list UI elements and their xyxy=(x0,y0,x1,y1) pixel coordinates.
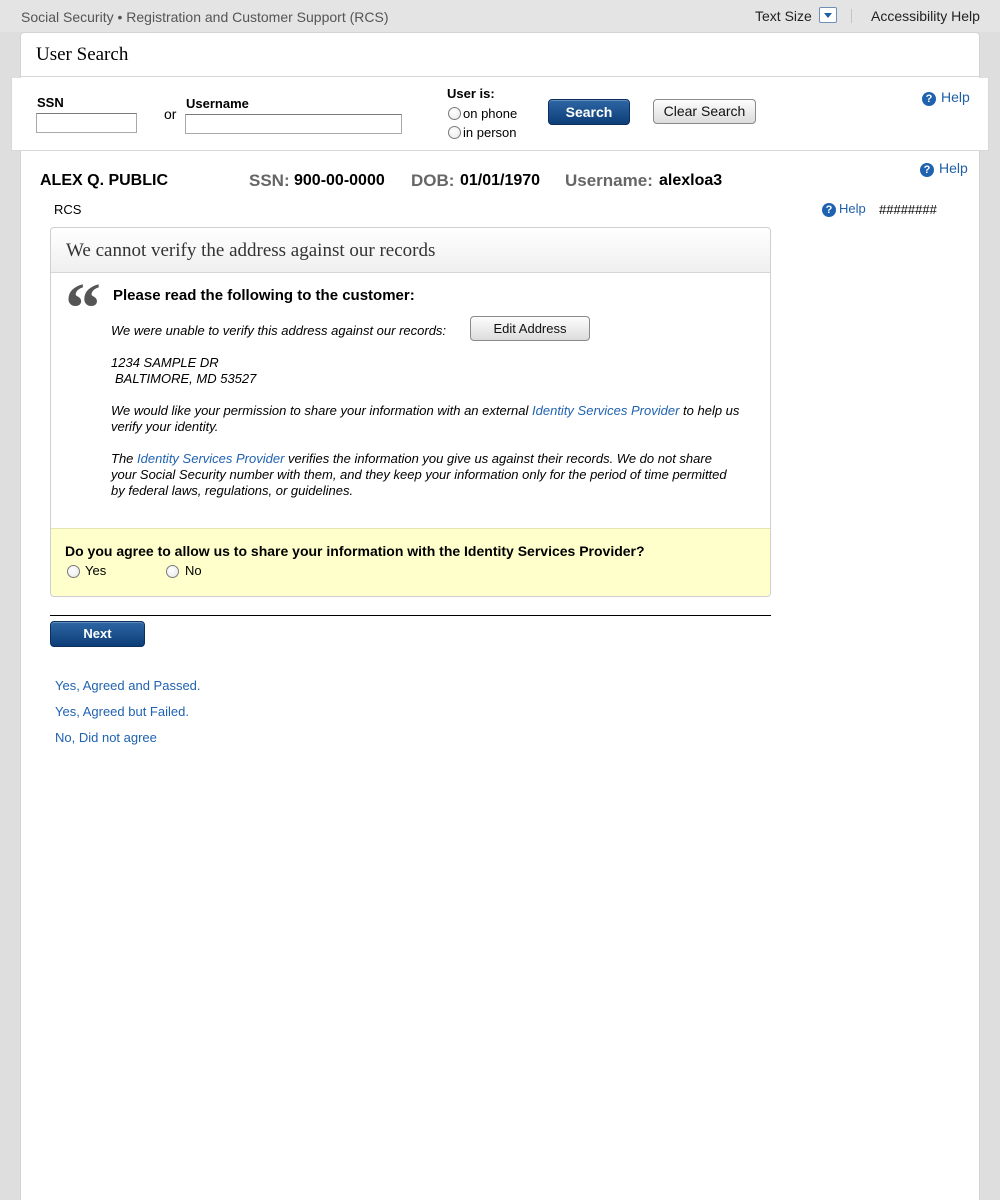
divider xyxy=(50,615,771,616)
accessibility-help-link[interactable]: Accessibility Help xyxy=(871,8,980,24)
provider-paragraph: The Identity Services Provider verifies … xyxy=(111,451,736,499)
permission-text-start: We would like your permission to share y… xyxy=(111,403,533,418)
section-help-label: Help xyxy=(839,201,866,216)
next-button[interactable]: Next xyxy=(50,621,145,647)
agreed-failed-link[interactable]: Yes, Agreed but Failed. xyxy=(55,704,189,719)
customer-name: ALEX Q. PUBLIC xyxy=(40,172,169,189)
address-line-2: BALTIMORE, MD 53527 xyxy=(115,371,257,386)
address-panel-title: We cannot verify the address against our… xyxy=(66,240,436,261)
identity-provider-link-2[interactable]: Identity Services Provider xyxy=(137,451,284,466)
username-label: Username xyxy=(186,96,249,111)
text-size-dropdown-button[interactable] xyxy=(819,7,837,23)
page: Social Security • Registration and Custo… xyxy=(0,0,1000,1200)
username-info-label: Username: xyxy=(565,171,653,190)
search-button[interactable]: Search xyxy=(548,99,630,125)
provider-text-start: The xyxy=(111,451,138,466)
quote-icon: “ xyxy=(65,268,101,348)
identity-provider-link[interactable]: Identity Services Provider xyxy=(532,403,679,418)
agreed-passed-link[interactable]: Yes, Agreed and Passed. xyxy=(55,678,201,693)
help-icon: ? xyxy=(920,163,934,177)
consent-no-label: No xyxy=(185,563,202,578)
or-label: or xyxy=(164,106,177,122)
text-size-label: Text Size xyxy=(755,8,812,24)
unable-verify-text: We were unable to verify this address ag… xyxy=(111,323,447,338)
ssn-info-value: 900-00-0000 xyxy=(294,172,385,189)
section-help-link[interactable]: ? Help xyxy=(822,201,866,217)
content-panel: User Search SSN or Username User is: on … xyxy=(11,32,989,1200)
user-is-label: User is: xyxy=(447,86,495,101)
app-title: Social Security • Registration and Custo… xyxy=(21,9,389,25)
record-id: ######## xyxy=(879,202,937,217)
consent-yes-radio[interactable] xyxy=(67,565,80,578)
ssn-input[interactable] xyxy=(36,113,137,133)
title-row: User Search xyxy=(21,33,979,77)
user-search-form: SSN or Username User is: on phone in per… xyxy=(11,78,989,151)
clear-search-button[interactable]: Clear Search xyxy=(653,99,756,124)
search-help-label: Help xyxy=(941,89,970,105)
top-bar: Social Security • Registration and Custo… xyxy=(0,0,1000,32)
in-person-radio[interactable] xyxy=(448,126,461,139)
dob-info-value: 01/01/1970 xyxy=(460,172,541,189)
address-verification-panel: We cannot verify the address against our… xyxy=(50,227,771,597)
consent-yes-label: Yes xyxy=(85,563,107,578)
help-icon: ? xyxy=(822,203,836,217)
username-info-value: alexloa3 xyxy=(659,172,723,189)
ssn-info-label: SSN: xyxy=(249,171,290,190)
help-icon: ? xyxy=(922,92,936,106)
did-not-agree-link[interactable]: No, Did not agree xyxy=(55,730,157,745)
section-label: RCS xyxy=(54,202,82,217)
ssn-label: SSN xyxy=(37,95,64,110)
address-panel-header: We cannot verify the address against our… xyxy=(51,228,770,273)
username-input[interactable] xyxy=(185,114,402,134)
customer-help-label: Help xyxy=(939,160,968,176)
customer-help-link[interactable]: ? Help xyxy=(920,160,968,177)
on-phone-label: on phone xyxy=(463,106,518,121)
read-to-customer-heading: Please read the following to the custome… xyxy=(113,287,415,304)
address-line-1: 1234 SAMPLE DR xyxy=(111,355,219,370)
page-title: User Search xyxy=(36,44,129,65)
on-phone-radio[interactable] xyxy=(448,107,461,120)
consent-question: Do you agree to allow us to share your i… xyxy=(65,543,645,559)
consent-area: Do you agree to allow us to share your i… xyxy=(51,528,770,596)
topbar-divider xyxy=(851,9,852,23)
search-help-link[interactable]: ? Help xyxy=(922,89,970,106)
edit-address-button[interactable]: Edit Address xyxy=(470,316,590,341)
consent-no-radio[interactable] xyxy=(166,565,179,578)
permission-paragraph: We would like your permission to share y… xyxy=(111,403,751,435)
in-person-label: in person xyxy=(463,125,517,140)
dob-info-label: DOB: xyxy=(411,171,455,190)
